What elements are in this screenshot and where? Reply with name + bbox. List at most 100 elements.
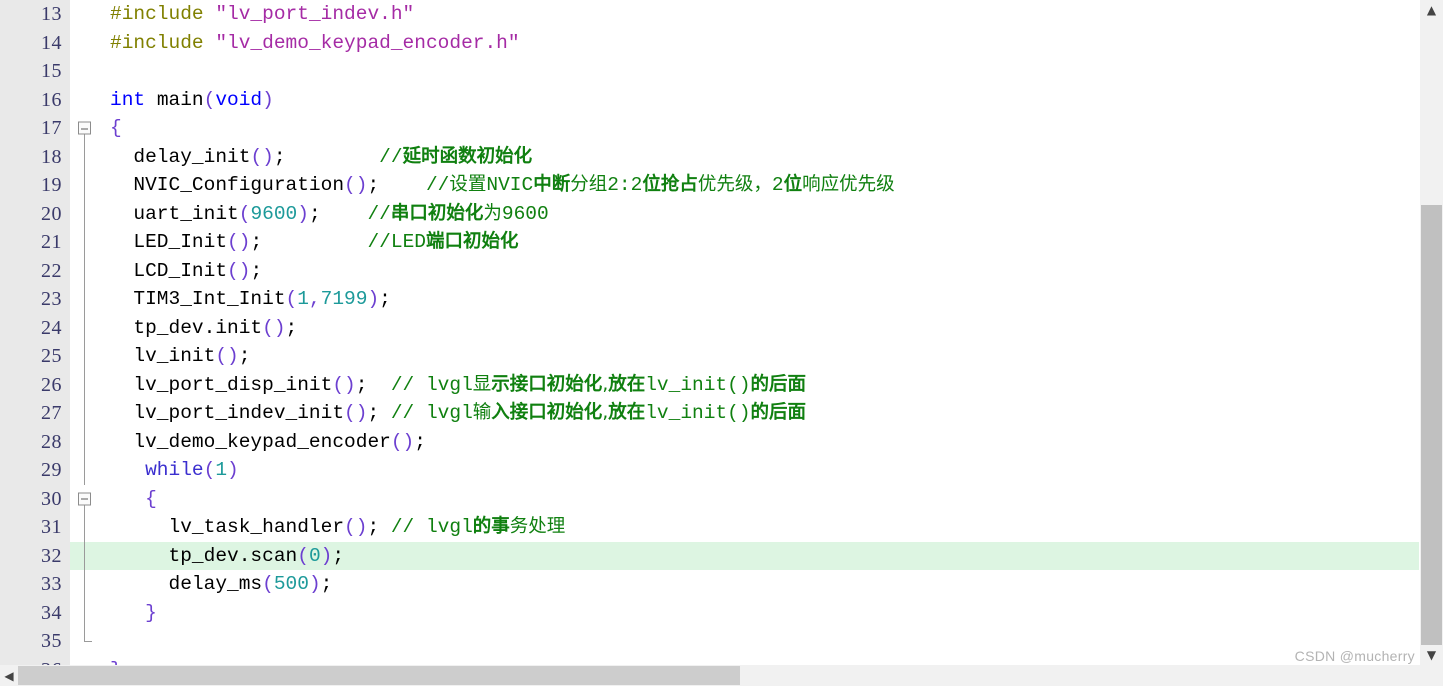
fold-column[interactable] bbox=[68, 655, 94, 665]
fold-column[interactable] bbox=[68, 228, 94, 257]
code-line[interactable]: 30 { bbox=[0, 484, 1419, 514]
vertical-scrollbar-thumb[interactable] bbox=[1421, 205, 1442, 657]
fold-column[interactable] bbox=[68, 541, 94, 570]
code-text[interactable]: { bbox=[94, 485, 1419, 514]
code-token: ) bbox=[367, 288, 380, 310]
fold-column[interactable] bbox=[68, 171, 94, 200]
scroll-down-button[interactable]: ▼ bbox=[1420, 645, 1443, 665]
code-text[interactable]: } bbox=[94, 599, 1419, 628]
code-line[interactable]: 20 uart_init(9600); //串口初始化为9600 bbox=[0, 199, 1419, 229]
fold-column[interactable] bbox=[68, 484, 94, 513]
code-line[interactable]: 35 bbox=[0, 627, 1419, 656]
code-text[interactable]: lv_task_handler(); // lvgl的事务处理 bbox=[94, 513, 1419, 542]
code-token: () bbox=[227, 231, 251, 253]
code-token: 优先级， bbox=[697, 174, 772, 195]
code-line[interactable]: 32 tp_dev.scan(0); bbox=[0, 541, 1419, 570]
code-text[interactable]: #include "lv_port_indev.h" bbox=[94, 0, 1419, 29]
vertical-scrollbar[interactable]: ▲ ▼ bbox=[1419, 0, 1443, 665]
fold-column[interactable] bbox=[68, 199, 94, 228]
fold-column[interactable] bbox=[68, 28, 94, 57]
horizontal-scrollbar-thumb[interactable] bbox=[18, 666, 740, 685]
code-line[interactable]: 28 lv_demo_keypad_encoder(); bbox=[0, 427, 1419, 457]
horizontal-scrollbar[interactable]: ◀ ▶ bbox=[0, 665, 1443, 686]
code-line[interactable]: 23 TIM3_Int_Init(1,7199); bbox=[0, 285, 1419, 314]
code-text[interactable]: TIM3_Int_Init(1,7199); bbox=[94, 285, 1419, 314]
code-token: // lvgl bbox=[390, 516, 473, 538]
code-text[interactable]: #include "lv_demo_keypad_encoder.h" bbox=[94, 29, 1419, 58]
code-text[interactable]: uart_init(9600); //串口初始化为9600 bbox=[94, 200, 1419, 229]
scroll-up-button[interactable]: ▲ bbox=[1420, 0, 1443, 20]
code-line[interactable]: 31 lv_task_handler(); // lvgl的事务处理 bbox=[0, 513, 1419, 542]
code-line[interactable]: 21 LED_Init(); //LED端口初始化 bbox=[0, 228, 1419, 257]
code-editor-window: 13 #include "lv_port_indev.h" 14 #include "… bbox=[0, 0, 1443, 686]
code-line[interactable]: 13 #include "lv_port_indev.h" bbox=[0, 0, 1419, 29]
code-line[interactable]: 15 bbox=[0, 57, 1419, 86]
code-token: 入接口初始化 bbox=[491, 402, 603, 423]
code-line[interactable]: 17 { bbox=[0, 114, 1419, 143]
code-token: 的事 bbox=[472, 516, 510, 537]
code-text[interactable]: lv_init(); bbox=[94, 342, 1419, 371]
fold-guide-line bbox=[84, 171, 85, 200]
fold-column[interactable] bbox=[68, 570, 94, 599]
code-text[interactable]: lv_demo_keypad_encoder(); bbox=[94, 428, 1419, 457]
code-token: 0 bbox=[308, 544, 321, 567]
code-line[interactable]: 33 delay_ms(500); bbox=[0, 570, 1419, 599]
code-token: //LED bbox=[367, 231, 426, 253]
collapse-minus-icon[interactable] bbox=[78, 492, 91, 506]
code-line[interactable]: 29 while(1) bbox=[0, 456, 1419, 485]
fold-column[interactable] bbox=[68, 342, 94, 371]
code-text[interactable]: LCD_Init(); bbox=[94, 257, 1419, 286]
code-text[interactable] bbox=[94, 57, 1419, 86]
code-text[interactable]: LED_Init(); //LED端口初始化 bbox=[94, 228, 1419, 257]
fold-column[interactable] bbox=[68, 114, 94, 143]
fold-column[interactable] bbox=[68, 456, 94, 485]
code-text[interactable]: while(1) bbox=[94, 456, 1419, 485]
code-text[interactable]: delay_init(); //延时函数初始化 bbox=[94, 143, 1419, 172]
code-text[interactable]: { bbox=[94, 114, 1419, 143]
code-line[interactable]: 22 LCD_Init(); bbox=[0, 256, 1419, 286]
fold-column[interactable] bbox=[68, 256, 94, 285]
code-text[interactable]: tp_dev.init(); bbox=[94, 314, 1419, 343]
code-text[interactable]: lv_port_disp_init(); // lvgl显示接口初始化,放在lv… bbox=[94, 371, 1419, 400]
code-token: 9600 bbox=[250, 202, 298, 225]
fold-column[interactable] bbox=[68, 313, 94, 342]
code-line[interactable]: 34 } bbox=[0, 598, 1419, 628]
code-token: } bbox=[145, 601, 157, 624]
code-token: 1 bbox=[215, 459, 228, 481]
code-text[interactable]: NVIC_Configuration(); //设置NVIC中断分组2:2位抢占… bbox=[94, 171, 1419, 200]
fold-column[interactable] bbox=[68, 285, 94, 314]
fold-column[interactable] bbox=[68, 0, 94, 29]
collapse-minus-icon[interactable] bbox=[78, 121, 91, 135]
code-text[interactable]: } bbox=[94, 656, 1419, 666]
code-text[interactable] bbox=[94, 627, 1419, 656]
fold-column[interactable] bbox=[68, 427, 94, 456]
code-line[interactable]: 36} bbox=[0, 655, 1419, 666]
code-line[interactable]: 24 tp_dev.init(); bbox=[0, 313, 1419, 343]
fold-column[interactable] bbox=[68, 513, 94, 542]
fold-column[interactable] bbox=[68, 57, 94, 86]
code-text[interactable]: delay_ms(500); bbox=[94, 570, 1419, 599]
code-line[interactable]: 25 lv_init(); bbox=[0, 342, 1419, 371]
code-text[interactable]: int main(void) bbox=[94, 86, 1419, 115]
code-line[interactable]: 18 delay_init(); //延时函数初始化 bbox=[0, 142, 1419, 172]
code-token: ; bbox=[367, 174, 380, 196]
scroll-left-button[interactable]: ◀ bbox=[0, 665, 18, 686]
code-line[interactable]: 26 lv_port_disp_init(); // lvgl显示接口初始化,放… bbox=[0, 370, 1419, 400]
fold-column[interactable] bbox=[68, 598, 94, 627]
code-text[interactable]: lv_port_indev_init(); // lvgl输入接口初始化,放在l… bbox=[94, 399, 1419, 428]
fold-column[interactable] bbox=[68, 370, 94, 399]
code-token: // bbox=[425, 174, 450, 196]
code-token: ; bbox=[285, 316, 298, 339]
fold-column[interactable] bbox=[68, 85, 94, 114]
code-line[interactable]: 16 int main(void) bbox=[0, 85, 1419, 115]
code-line[interactable]: 27 lv_port_indev_init(); // lvgl输入接口初始化,… bbox=[0, 399, 1419, 428]
code-line[interactable]: 14 #include "lv_demo_keypad_encoder.h" bbox=[0, 28, 1419, 58]
code-viewport[interactable]: 13 #include "lv_port_indev.h" 14 #include "… bbox=[0, 0, 1419, 665]
fold-column[interactable] bbox=[68, 627, 94, 656]
code-token: delay_ms bbox=[110, 573, 263, 595]
fold-column[interactable] bbox=[68, 399, 94, 428]
code-line[interactable]: 19 NVIC_Configuration(); //设置NVIC中断分组2:2… bbox=[0, 171, 1419, 200]
code-text[interactable]: tp_dev.scan(0); bbox=[94, 541, 1419, 570]
fold-column[interactable] bbox=[68, 142, 94, 171]
